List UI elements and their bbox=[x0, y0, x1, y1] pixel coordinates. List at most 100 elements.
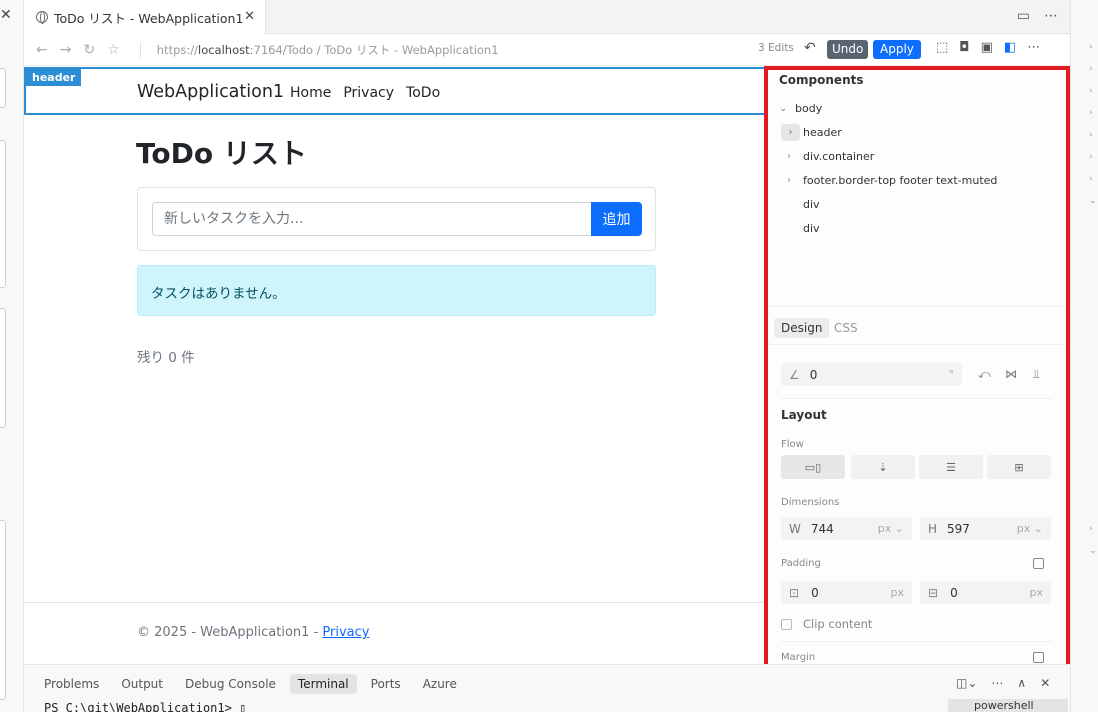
tab-terminal[interactable]: Terminal bbox=[289, 674, 357, 694]
tree-item-div[interactable]: div bbox=[803, 198, 820, 211]
close-icon[interactable]: ✕ bbox=[1040, 676, 1050, 690]
bottom-panel-tabs: Problems Output Debug Console Terminal P… bbox=[36, 674, 465, 694]
flow-grid-button[interactable]: ⊞ bbox=[987, 455, 1051, 479]
clip-content-checkbox[interactable] bbox=[781, 619, 792, 630]
chevron-right-icon[interactable]: › bbox=[1089, 64, 1093, 74]
more-icon[interactable]: ⋯ bbox=[1044, 8, 1058, 24]
task-input[interactable] bbox=[152, 202, 592, 236]
flip-horizontal-icon[interactable]: ⋈ bbox=[1005, 367, 1017, 381]
layout-icon[interactable]: ◫⌄ bbox=[956, 676, 977, 690]
forward-icon[interactable]: → bbox=[60, 42, 72, 58]
explorer-edge: › › › › › › › ⌄ › ⌄ bbox=[1070, 0, 1098, 712]
tab-debug-console[interactable]: Debug Console bbox=[177, 674, 284, 694]
tree-item-label: div bbox=[803, 222, 820, 235]
tree-item-label: div bbox=[803, 198, 820, 211]
nav-privacy[interactable]: Privacy bbox=[343, 85, 394, 101]
panel-divider bbox=[768, 344, 1066, 345]
tab-design[interactable]: Design bbox=[774, 318, 830, 338]
tree-item-div-container[interactable]: › div.container bbox=[787, 150, 874, 163]
tab-problems[interactable]: Problems bbox=[36, 674, 107, 694]
camera-icon[interactable]: ◘ bbox=[959, 40, 969, 55]
left-pane-box bbox=[0, 68, 6, 108]
address-bar: ← → ↻ ☆ https://localhost:7164/Todo / To… bbox=[24, 34, 1070, 66]
height-field[interactable]: H 597 px ⌄ bbox=[920, 517, 1051, 540]
chevron-down-icon[interactable]: ⌄ bbox=[779, 103, 795, 114]
web-page: header WebApplication1 Home Privacy ToDo… bbox=[24, 66, 764, 664]
url-host: localhost bbox=[198, 42, 250, 57]
terminal-instance[interactable]: powershell bbox=[948, 699, 1068, 712]
left-pane-box bbox=[0, 140, 6, 288]
chevron-right-icon[interactable]: › bbox=[787, 151, 803, 162]
close-icon[interactable]: ✕ bbox=[0, 7, 12, 23]
chevron-down-icon[interactable]: ⌄ bbox=[1089, 196, 1097, 206]
rotation-field[interactable]: ∠ 0 ° bbox=[781, 363, 962, 386]
brand-link[interactable]: WebApplication1 bbox=[137, 82, 284, 102]
edits-count: 3 Edits bbox=[758, 42, 794, 54]
select-element-icon[interactable]: ⬚ bbox=[936, 40, 948, 55]
panel-toggle-icon[interactable]: ◧ bbox=[1004, 40, 1016, 55]
nav-todo[interactable]: ToDo bbox=[406, 85, 440, 101]
footer-privacy-link[interactable]: Privacy bbox=[322, 625, 369, 640]
nav-home[interactable]: Home bbox=[290, 85, 331, 101]
chevron-right-icon[interactable]: › bbox=[1089, 42, 1093, 52]
chevron-right-icon[interactable]: › bbox=[787, 175, 803, 186]
margin-expand-icon[interactable] bbox=[1033, 652, 1044, 663]
tree-item-footer[interactable]: › footer.border-top footer text-muted bbox=[787, 174, 997, 187]
width-field[interactable]: W 744 px ⌄ bbox=[781, 517, 912, 540]
console-icon[interactable]: ▣ bbox=[981, 40, 993, 55]
flow-wrap-button[interactable]: ☰ bbox=[919, 455, 983, 479]
chevron-right-icon[interactable]: › bbox=[1089, 174, 1093, 184]
chevron-right-icon[interactable]: › bbox=[1089, 152, 1093, 162]
more-icon[interactable]: ⋯ bbox=[1027, 40, 1040, 55]
split-editor-icon[interactable]: ▭ bbox=[1017, 8, 1030, 24]
url-prefix: https:// bbox=[156, 42, 198, 57]
tab-azure[interactable]: Azure bbox=[415, 674, 465, 694]
chevron-down-icon[interactable]: ⌄ bbox=[1089, 546, 1097, 556]
tab-ports[interactable]: Ports bbox=[363, 674, 409, 694]
chevron-right-icon[interactable]: › bbox=[1089, 524, 1093, 534]
terminal-prompt[interactable]: PS C:\git\WebApplication1> ▯ bbox=[44, 701, 246, 712]
padding-horizontal-field[interactable]: ⊡ 0 px bbox=[781, 581, 912, 604]
editor-tab-bar: ToDo リスト - WebApplication1 ✕ ▭ ⋯ bbox=[24, 0, 1070, 34]
add-button[interactable]: 追加 bbox=[591, 202, 642, 236]
chevron-right-icon[interactable]: › bbox=[781, 124, 800, 141]
back-icon[interactable]: ← bbox=[36, 42, 48, 58]
flow-horizontal-button[interactable]: ▭▯ bbox=[781, 455, 845, 479]
browser-tab[interactable]: ToDo リスト - WebApplication1 ✕ bbox=[24, 0, 266, 34]
rotate-icon[interactable]: ⤺ bbox=[978, 367, 991, 382]
star-icon[interactable]: ☆ bbox=[107, 42, 120, 58]
padding-expand-icon[interactable] bbox=[1033, 558, 1044, 569]
tab-css[interactable]: CSS bbox=[834, 321, 858, 335]
tree-item-header[interactable]: › header bbox=[781, 124, 842, 141]
chevron-right-icon[interactable]: › bbox=[1089, 130, 1093, 140]
padding-horizontal-value: 0 bbox=[811, 585, 819, 600]
undo-button[interactable]: Undo bbox=[827, 40, 869, 59]
tree-item-div[interactable]: div bbox=[803, 222, 820, 235]
clip-content-label: Clip content bbox=[803, 617, 873, 631]
more-icon[interactable]: ⋯ bbox=[991, 676, 1003, 690]
undo-arrow-icon[interactable]: ↶ bbox=[804, 40, 816, 56]
close-icon[interactable]: ✕ bbox=[244, 9, 255, 24]
tree-item-body[interactable]: ⌄ body bbox=[779, 102, 822, 115]
height-unit[interactable]: px ⌄ bbox=[1017, 522, 1043, 535]
flow-vertical-button[interactable]: ⇣ bbox=[851, 455, 915, 479]
flip-vertical-icon[interactable]: ⫫ bbox=[1033, 367, 1040, 382]
left-pane-box bbox=[0, 308, 6, 428]
tree-item-label: header bbox=[803, 126, 842, 139]
apply-button[interactable]: Apply bbox=[873, 40, 921, 59]
tab-output[interactable]: Output bbox=[113, 674, 171, 694]
chevron-right-icon[interactable]: › bbox=[1089, 108, 1093, 118]
maximize-icon[interactable]: ∧ bbox=[1017, 676, 1026, 690]
left-pane-box bbox=[0, 520, 6, 700]
width-label: W bbox=[789, 521, 801, 536]
chevron-right-icon[interactable]: › bbox=[1089, 86, 1093, 96]
site-header[interactable]: header WebApplication1 Home Privacy ToDo bbox=[24, 67, 764, 115]
tree-item-label: footer.border-top footer text-muted bbox=[803, 174, 998, 187]
url-field[interactable]: https://localhost:7164/Todo / ToDo リスト -… bbox=[139, 41, 499, 58]
angle-icon: ∠ bbox=[789, 367, 800, 382]
url-rest: :7164/Todo / ToDo リスト - WebApplication1 bbox=[249, 42, 499, 57]
terminal-name: powershell bbox=[974, 699, 1034, 712]
padding-vertical-field[interactable]: ⊟ 0 px bbox=[920, 581, 1051, 604]
width-unit[interactable]: px ⌄ bbox=[878, 522, 904, 535]
reload-icon[interactable]: ↻ bbox=[83, 42, 95, 58]
